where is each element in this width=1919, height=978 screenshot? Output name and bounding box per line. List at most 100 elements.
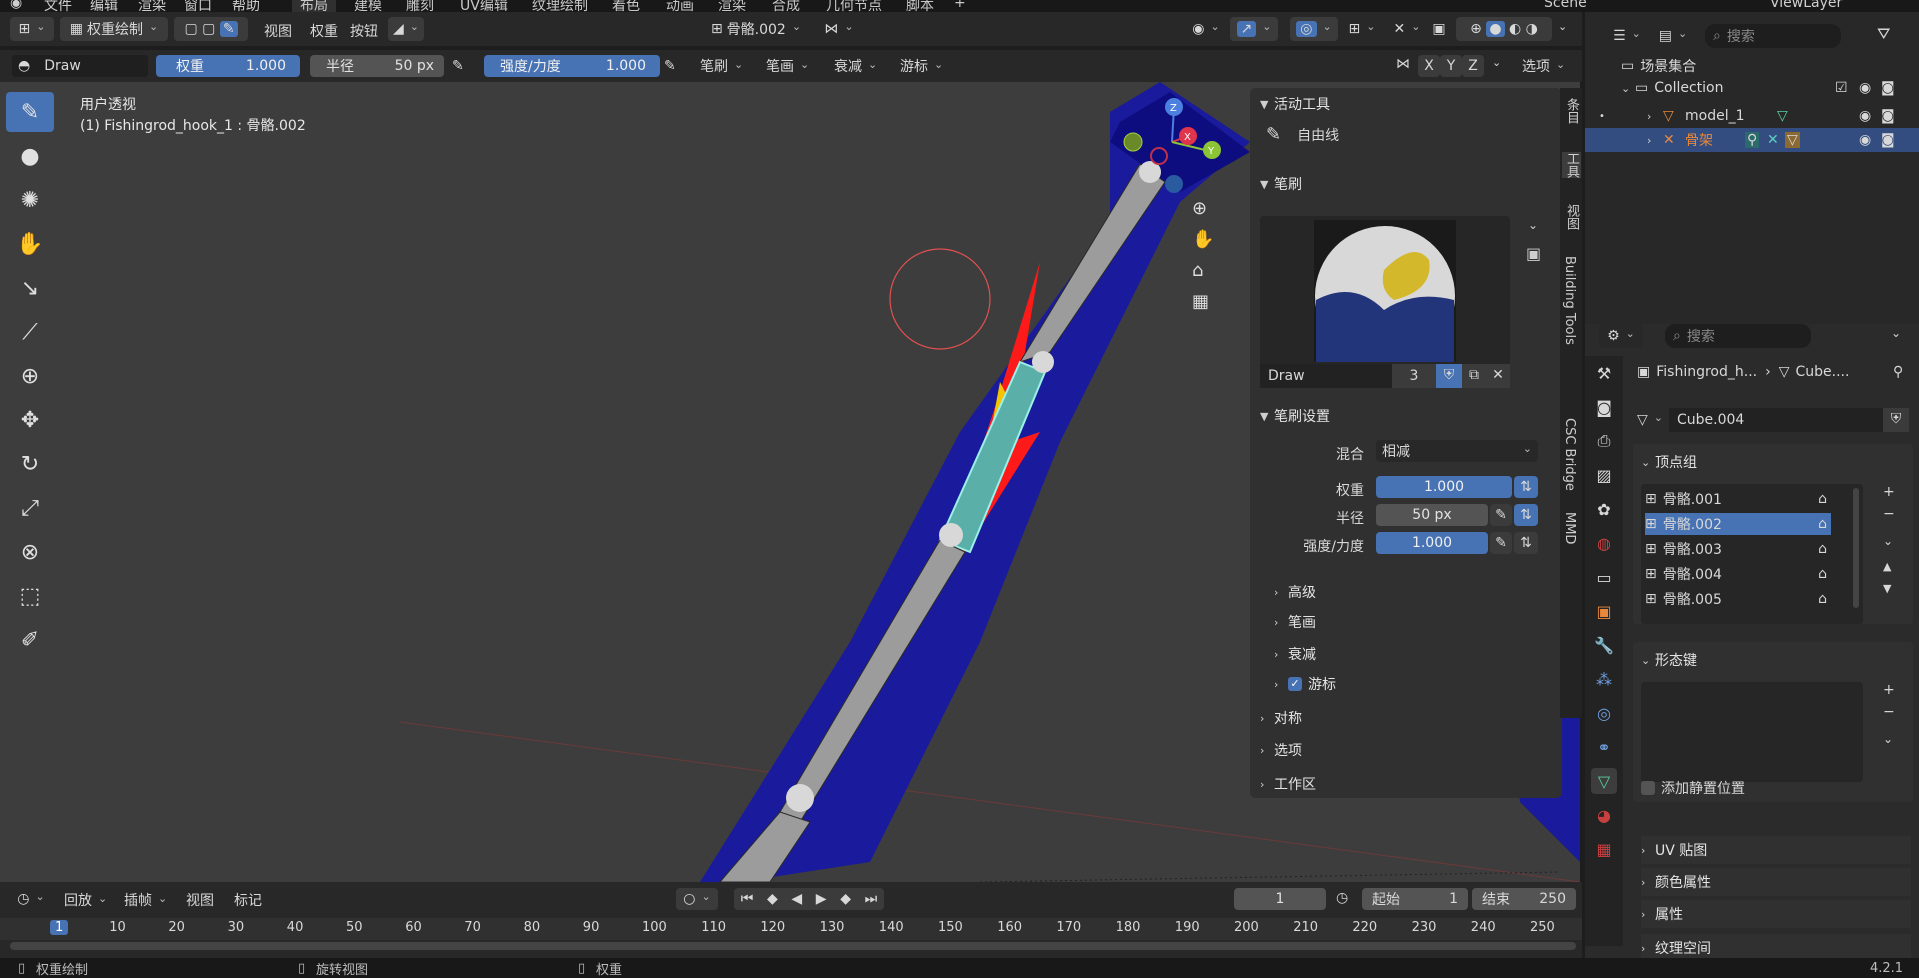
render-camera-icon[interactable]: ◙ (1881, 80, 1895, 96)
preview-range-clock-icon[interactable]: ◷ (1336, 890, 1348, 906)
visibility-dropdown[interactable]: ◉ (1186, 17, 1226, 41)
display-mode-dropdown[interactable]: ▤ (1653, 24, 1693, 48)
transform-tool-icon[interactable]: ⊗ (6, 532, 54, 572)
vertex-groups-list[interactable]: ⊞ 骨骼.001 ⌂ ⊞ 骨骼.002 ⌂ ⊞ 骨骼.003 ⌂ ⊞ 骨骼.004 ⌂ ⊞ 骨骼.… (1641, 484, 1863, 624)
lock-icon[interactable]: ⌂ (1818, 591, 1827, 607)
jump-start-icon[interactable]: ⏮ (741, 891, 754, 907)
rotate-tool-icon[interactable]: ↻ (6, 444, 54, 484)
workspace-tab-animation[interactable]: 动画 (666, 0, 694, 12)
brush-preview-image[interactable] (1314, 220, 1456, 362)
pin-icon[interactable]: ⚲ (1893, 364, 1903, 380)
blur-tool-icon[interactable]: ● (6, 136, 54, 176)
workspace-tab-texture-paint[interactable]: 纹理绘制 (532, 0, 588, 12)
select-box-tool-icon[interactable]: ⬚ (6, 576, 54, 616)
render-camera-icon[interactable]: ◙ (1881, 108, 1895, 124)
uv-maps-panel[interactable]: › UV 贴图 (1641, 836, 1911, 864)
brush-name-field[interactable]: Draw (1260, 364, 1392, 388)
constraints-tab-icon[interactable]: ⚭ (1591, 734, 1617, 760)
lock-icon[interactable]: ⌂ (1818, 541, 1827, 557)
brush-menu[interactable]: 笔刷 (700, 56, 743, 76)
list-item[interactable]: ⊞ 骨骼.004 ⌂ (1645, 563, 1831, 585)
properties-editor-type-button[interactable]: ⚙ (1599, 324, 1643, 348)
bone-overlay-dropdown[interactable]: ✕ (1386, 17, 1428, 41)
workspace-tab-scripting[interactable]: 脚本 (906, 0, 934, 12)
rest-position-checkbox[interactable] (1641, 781, 1655, 795)
material-shading-icon[interactable]: ◐ (1509, 21, 1521, 37)
collection-tab-icon[interactable]: ▭ (1591, 564, 1617, 590)
world-tab-icon[interactable]: ◍ (1591, 530, 1617, 556)
mode-dropdown[interactable]: ▦ 权重绘制 (60, 17, 168, 41)
sample-weight-tool-icon[interactable]: ⟋ (6, 312, 54, 352)
cursor-subpanel[interactable]: › ✓ 游标 (1274, 674, 1336, 694)
render-tab-icon[interactable]: ◙ (1591, 394, 1617, 420)
menu-help[interactable]: 帮助 (232, 0, 260, 12)
visibility-eye-icon[interactable]: ◉ (1859, 132, 1871, 148)
tab-view[interactable]: 视图 (1562, 204, 1581, 230)
particles-tab-icon[interactable]: ⁂ (1591, 666, 1617, 692)
workspace-tab-geometry-nodes[interactable]: 几何节点 (826, 0, 882, 12)
texture-tab-icon[interactable]: ▦ (1591, 836, 1617, 862)
editor-type-button[interactable]: ⊞ (10, 17, 54, 41)
gradient-tool-icon[interactable]: ↘ (6, 268, 54, 308)
mirror-z-toggle[interactable]: Z (1462, 55, 1484, 77)
rendered-shading-icon[interactable]: ◑ (1526, 21, 1538, 37)
bone-select-icon[interactable]: ✎ (219, 21, 238, 37)
menu-render[interactable]: 渲染 (138, 0, 166, 12)
brush-preview-chevron-icon[interactable]: ⌄ (1528, 218, 1538, 232)
render-camera-icon[interactable]: ◙ (1881, 132, 1895, 148)
pose-icon[interactable]: ⚲ (1745, 132, 1760, 148)
fake-user-shield-icon[interactable]: ⛨ (1436, 364, 1462, 388)
workspace-tab-compositing[interactable]: 合成 (772, 0, 800, 12)
workspace-tab-uv[interactable]: UV编辑 (460, 0, 508, 12)
average-tool-icon[interactable]: ✺ (6, 180, 54, 220)
move-tool-icon[interactable]: ✥ (6, 400, 54, 440)
outliner-item-model[interactable]: • › ▽ model_1 ▽ ◉ ◙ (1585, 104, 1919, 128)
wireframe-shading-icon[interactable]: ⊕ (1470, 21, 1482, 37)
pan-hand-icon[interactable]: ✋ (1192, 229, 1218, 250)
radius-field[interactable]: 半径 50 px (310, 55, 444, 77)
workspace-tab-shading[interactable]: 着色 (612, 0, 640, 12)
weight-unified-icon[interactable]: ⇅ (1514, 476, 1538, 498)
frame-ruler[interactable]: 1 10 20 30 40 50 60 70 80 90 100 110 120 130 140 150 160… (0, 918, 1582, 940)
vertex-groups-header[interactable]: ⌄ 顶点组 (1641, 452, 1697, 472)
menu-weights[interactable]: 权重 (310, 21, 338, 41)
tool-tab-icon[interactable]: ⚒ (1591, 360, 1617, 386)
blend-mode-dropdown[interactable]: 相减 (1376, 440, 1538, 462)
jump-end-icon[interactable]: ⏭ (865, 891, 878, 907)
falloff-subpanel[interactable]: › 衰减 (1274, 644, 1316, 664)
list-item[interactable]: ⊞ 骨骼.005 ⌂ (1645, 588, 1831, 610)
next-keyframe-icon[interactable]: ◆ (840, 891, 851, 907)
mesh-name-field[interactable]: Cube.004 (1669, 408, 1883, 432)
workspace-tab-modeling[interactable]: 建模 (354, 0, 382, 12)
radius-pressure-icon[interactable]: ✎ (452, 58, 464, 74)
move-down-icon[interactable]: ▼ (1883, 582, 1891, 595)
outliner-editor-type-button[interactable]: ☰ (1605, 24, 1649, 48)
color-attributes-panel[interactable]: › 颜色属性 (1641, 868, 1911, 896)
active-tool-row[interactable]: ✎ 自由线 (1266, 124, 1339, 145)
timeline-view-menu[interactable]: 视图 (186, 890, 214, 910)
scene-tab-icon[interactable]: ✿ (1591, 496, 1617, 522)
shape-keys-list[interactable] (1641, 682, 1863, 782)
strength-pressure-icon[interactable]: ✎ (664, 58, 676, 74)
radius-unified-icon[interactable]: ⇅ (1514, 504, 1538, 526)
add-rest-position-row[interactable]: 添加静置位置 (1641, 778, 1745, 798)
cursor-tool-icon[interactable]: ⊕ (6, 356, 54, 396)
workspace-tab-layout[interactable]: 布局 (292, 0, 336, 12)
list-item[interactable]: ⊞ 骨骼.001 ⌂ (1645, 488, 1831, 510)
add-vertex-group-icon[interactable]: + (1883, 484, 1895, 500)
view-layer-name[interactable]: ViewLayer (1770, 0, 1842, 11)
brush-image-icon[interactable]: ▣ (1526, 244, 1541, 263)
cursor-menu[interactable]: 游标 (900, 56, 943, 76)
blender-logo-icon[interactable]: ◉ (10, 0, 22, 11)
prev-keyframe-icon[interactable]: ◆ (767, 891, 778, 907)
output-tab-icon[interactable]: ⎙ (1591, 428, 1617, 454)
modifier-tab-icon[interactable]: 🔧 (1591, 632, 1617, 658)
smear-tool-icon[interactable]: ✋ (6, 224, 54, 264)
outliner-item-armature[interactable]: › ✕ 骨架 ⚲ ✕ ▽ ◉ ◙ (1585, 128, 1919, 152)
keying-menu[interactable]: 插帧 (124, 890, 167, 910)
outliner-search-input[interactable]: ⌕ 搜索 (1705, 24, 1841, 48)
auto-keying-dropdown[interactable]: ○ (676, 888, 718, 910)
duplicate-brush-icon[interactable]: ⧉ (1462, 364, 1486, 388)
pivot-dropdown[interactable]: ⋈ (818, 17, 860, 41)
xray-dropdown[interactable]: ⊞ (1342, 17, 1382, 41)
